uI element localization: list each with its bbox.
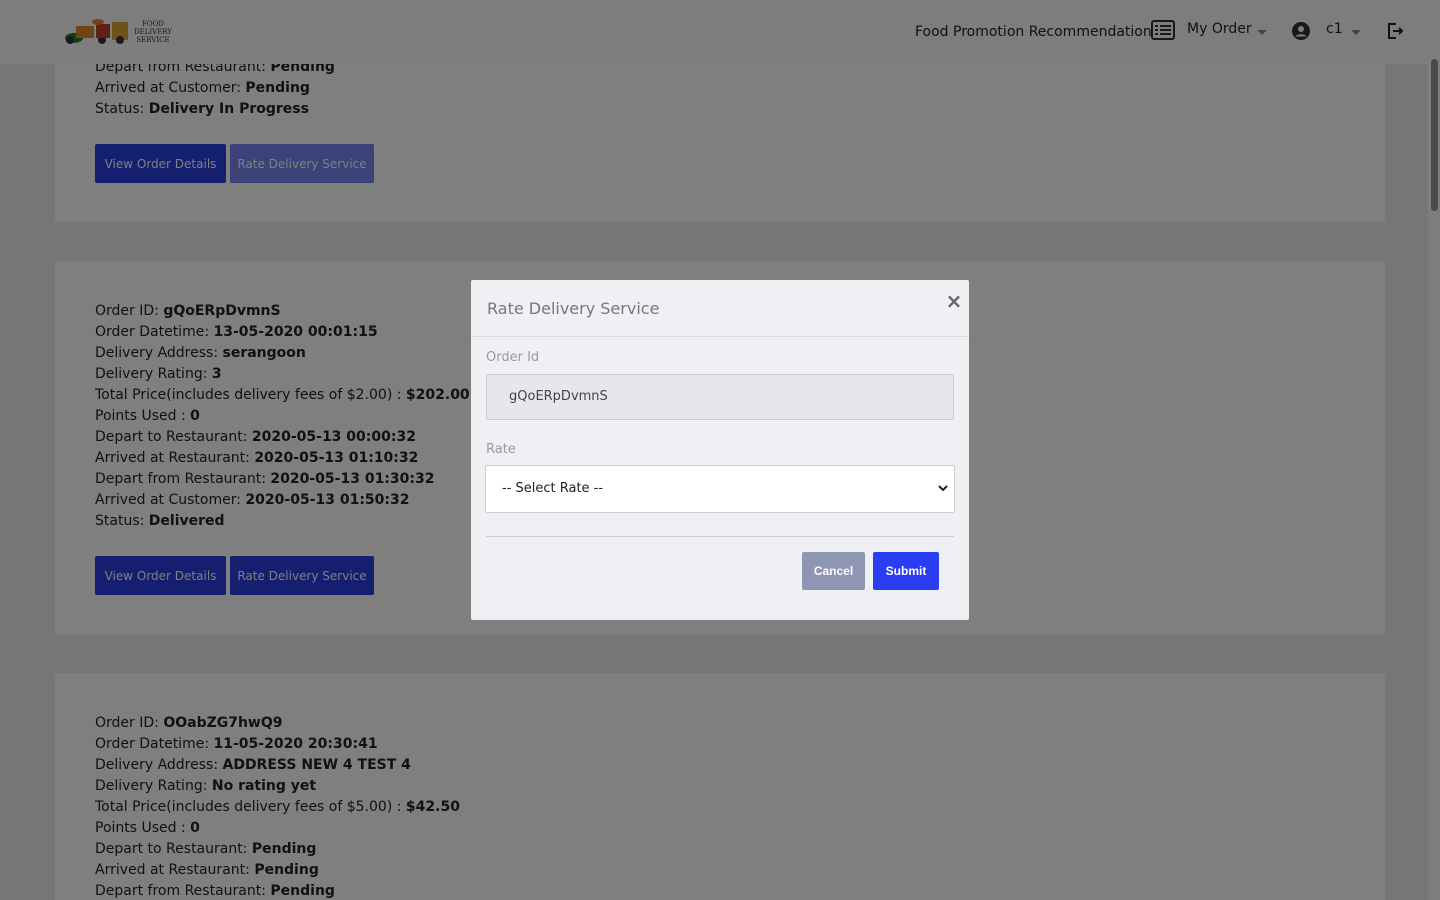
modal-title: Rate Delivery Service xyxy=(487,299,660,318)
scrollbar-thumb[interactable] xyxy=(1431,59,1438,211)
close-icon[interactable]: × xyxy=(945,290,963,312)
rate-label: Rate xyxy=(486,442,516,457)
divider xyxy=(486,536,954,537)
page-scrollbar[interactable] xyxy=(1428,59,1440,900)
rate-select[interactable]: -- Select Rate -- xyxy=(485,465,955,513)
rate-select-value: -- Select Rate -- xyxy=(502,481,604,496)
modal-header: Rate Delivery Service × xyxy=(471,280,969,337)
order-id-label: Order Id xyxy=(486,350,540,365)
chevron-down-icon xyxy=(938,485,948,492)
cancel-button[interactable]: Cancel xyxy=(802,552,865,590)
submit-button[interactable]: Submit xyxy=(873,552,939,590)
rate-delivery-modal: Rate Delivery Service × Order Id gQoERpD… xyxy=(471,280,969,620)
order-id-field: gQoERpDvmnS xyxy=(486,374,954,420)
